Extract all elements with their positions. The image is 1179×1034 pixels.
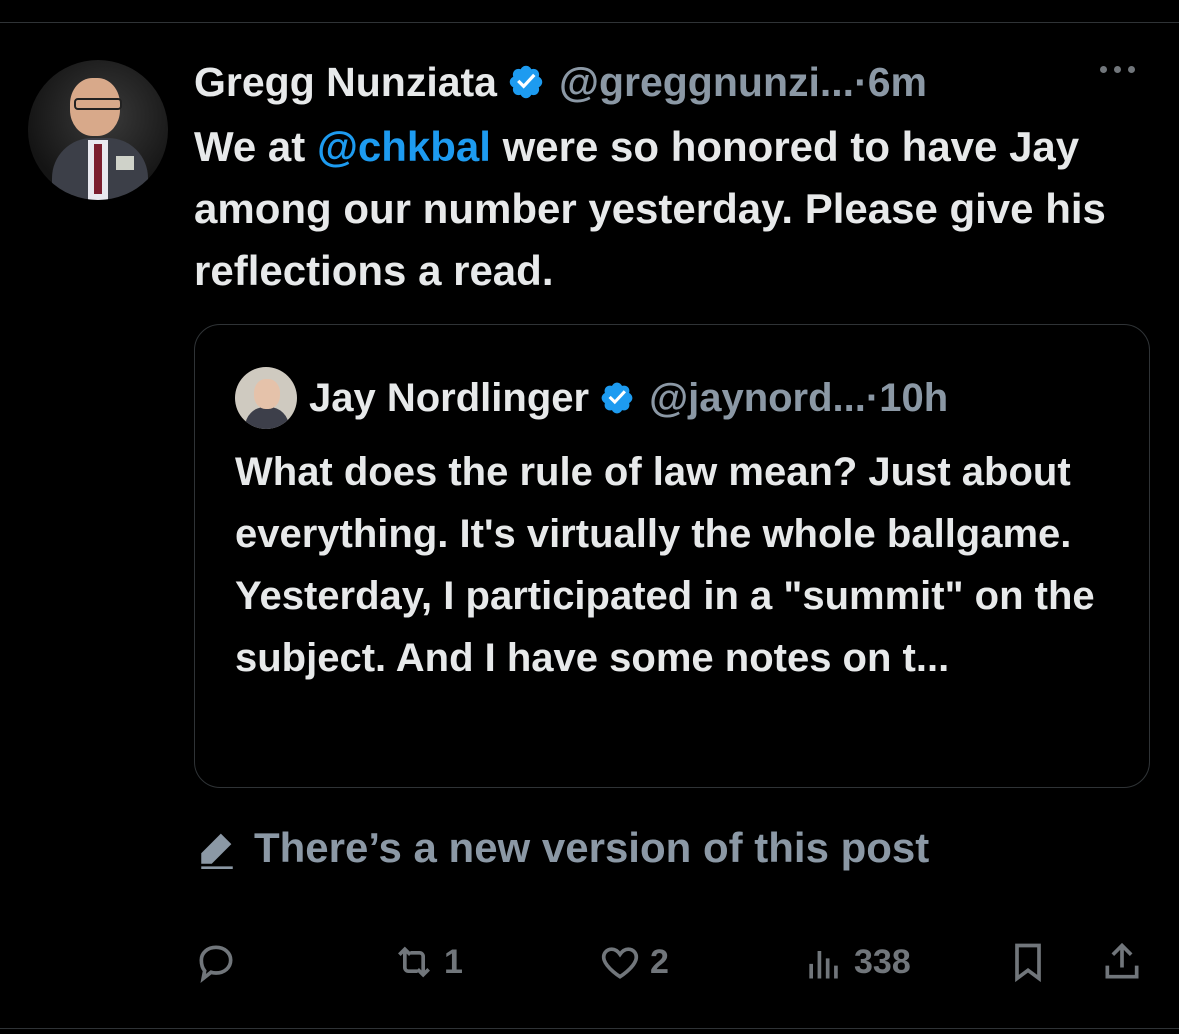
- like-icon: [601, 947, 639, 979]
- post-time[interactable]: ·6m: [854, 59, 927, 106]
- views-count: 338: [854, 942, 911, 981]
- share-button[interactable]: [1100, 930, 1144, 994]
- share-icon: [1105, 942, 1139, 979]
- quoted-post-text: What does the rule of law mean? Just abo…: [235, 450, 1095, 680]
- like-count: 2: [650, 942, 669, 981]
- author-handle[interactable]: @greggnunzi...: [559, 59, 854, 106]
- bookmark-button[interactable]: [1006, 930, 1050, 994]
- more-icon[interactable]: [1100, 66, 1135, 73]
- repost-count: 1: [444, 942, 463, 981]
- like-button[interactable]: 2: [598, 930, 669, 994]
- new-version-text[interactable]: There’s a new version of this post: [254, 824, 929, 872]
- new-version-notice[interactable]: There’s a new version of this post: [196, 822, 929, 874]
- quoted-author-avatar: [235, 367, 297, 429]
- top-divider: [0, 22, 1179, 23]
- bottom-divider: [0, 1028, 1179, 1029]
- verified-badge-icon: [601, 382, 633, 414]
- author-name[interactable]: Gregg Nunziata: [194, 59, 497, 106]
- post-text: We at @chkbal were so honored to have Ja…: [194, 116, 1154, 302]
- bookmark-icon: [1015, 943, 1041, 983]
- verified-badge-icon: [509, 65, 543, 99]
- quoted-post-time: ·10h: [865, 375, 949, 420]
- repost-icon: [398, 946, 430, 978]
- views-button[interactable]: 338: [802, 930, 911, 994]
- quoted-author-handle: @jaynord...: [649, 375, 866, 420]
- views-icon: [809, 951, 838, 979]
- quoted-author-name: Jay Nordlinger: [309, 375, 590, 420]
- mention-link[interactable]: @chkbal: [317, 123, 491, 170]
- quoted-header: Jay Nordlinger @jaynord... ·10h: [309, 373, 948, 423]
- reply-button[interactable]: [194, 930, 246, 994]
- post-header: Gregg Nunziata @greggnunzi... ·6m: [194, 56, 927, 108]
- repost-button[interactable]: 1: [392, 930, 463, 994]
- post-text-start: We at: [194, 123, 317, 170]
- edit-pencil-icon: [201, 833, 233, 869]
- quoted-post[interactable]: Jay Nordlinger @jaynord... ·10h What doe…: [194, 324, 1150, 788]
- author-avatar[interactable]: [28, 60, 168, 200]
- reply-icon: [199, 945, 233, 983]
- action-bar: 1 2 338: [0, 930, 1179, 994]
